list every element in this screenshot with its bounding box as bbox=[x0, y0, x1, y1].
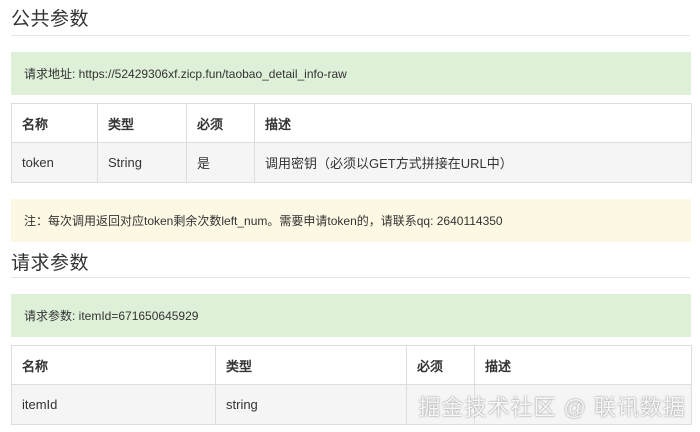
request-url-text: 请求地址: https://52429306xf.zicp.fun/taobao… bbox=[24, 66, 347, 81]
cell-name: itemId bbox=[11, 384, 216, 425]
token-notice: 注：每次调用返回对应token剩余次数left_num。需要申请token的，请… bbox=[11, 199, 691, 242]
cell-required: 是 bbox=[186, 142, 255, 183]
request-params-divider bbox=[11, 277, 690, 278]
header-type: 类型 bbox=[97, 103, 187, 143]
table-header-row: 名称 类型 必须 描述 bbox=[11, 103, 692, 143]
public-params-divider bbox=[11, 35, 690, 36]
cell-type: string bbox=[215, 384, 407, 425]
cell-type: String bbox=[97, 142, 187, 183]
header-name: 名称 bbox=[11, 103, 98, 143]
cell-description: 调用密钥（必须以GET方式拼接在URL中） bbox=[254, 142, 692, 183]
table-header-row: 名称 类型 必须 描述 bbox=[11, 345, 692, 385]
token-notice-text: 注：每次调用返回对应token剩余次数left_num。需要申请token的，请… bbox=[24, 213, 503, 228]
header-description: 描述 bbox=[254, 103, 692, 143]
public-params-title: 公共参数 bbox=[11, 9, 90, 30]
header-type: 类型 bbox=[215, 345, 407, 385]
watermark: 掘金技术社区 @ 联讯数据 bbox=[418, 395, 686, 420]
table-row: token String 是 调用密钥（必须以GET方式拼接在URL中） bbox=[11, 142, 692, 183]
header-required: 必须 bbox=[406, 345, 475, 385]
cell-name: token bbox=[11, 142, 98, 183]
api-doc-page: 公共参数 请求地址: https://52429306xf.zicp.fun/t… bbox=[0, 0, 700, 432]
request-params-note: 请求参数: itemId=671650645929 bbox=[11, 294, 691, 337]
request-params-title: 请求参数 bbox=[11, 253, 90, 274]
header-required: 必须 bbox=[186, 103, 255, 143]
request-params-text: 请求参数: itemId=671650645929 bbox=[24, 308, 199, 323]
request-url-note: 请求地址: https://52429306xf.zicp.fun/taobao… bbox=[11, 52, 691, 95]
header-name: 名称 bbox=[11, 345, 216, 385]
header-description: 描述 bbox=[474, 345, 692, 385]
public-params-table: 名称 类型 必须 描述 token String 是 调用密钥（必须以GET方式… bbox=[11, 103, 692, 183]
